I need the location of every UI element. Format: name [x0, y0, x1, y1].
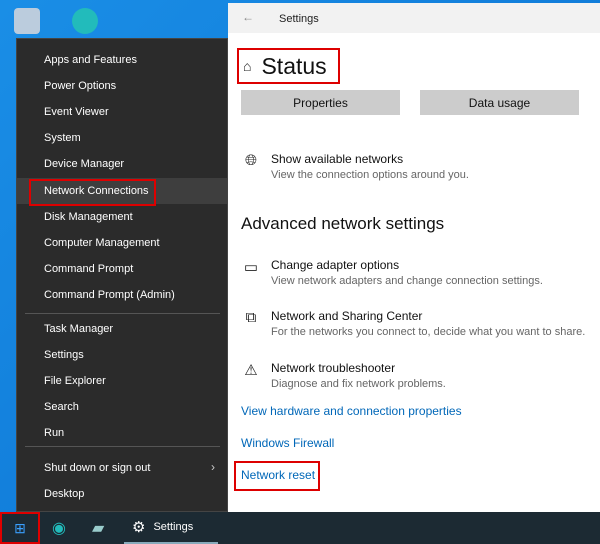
menu-command-prompt[interactable]: Command Prompt: [17, 256, 227, 282]
gear-icon: ⚙: [132, 519, 146, 536]
item-desc: View network adapters and change connect…: [271, 275, 543, 287]
sharing-icon: ⧉: [245, 309, 257, 326]
menu-divider: [25, 313, 220, 314]
data-usage-button[interactable]: Data usage: [420, 90, 579, 115]
item-desc: For the networks you connect to, decide …: [271, 326, 586, 338]
item-title: Network and Sharing Center: [271, 309, 423, 323]
menu-event-viewer[interactable]: Event Viewer: [17, 99, 227, 125]
properties-button[interactable]: Properties: [241, 90, 400, 115]
windows-firewall-link[interactable]: Windows Firewall: [241, 436, 334, 450]
change-adapter-item[interactable]: ▭ Change adapter options View network ad…: [241, 258, 543, 287]
menu-power-options[interactable]: Power Options: [17, 73, 227, 99]
item-title: Show available networks: [271, 152, 404, 166]
adapter-icon: ▭: [243, 259, 259, 276]
winx-menu: Apps and Features Power Options Event Vi…: [16, 38, 228, 512]
settings-window: ← Settings ⌂ Status Properties Data usag…: [228, 3, 600, 512]
taskbar-settings[interactable]: ⚙ Settings: [124, 512, 218, 544]
edge-icon[interactable]: ◉: [52, 518, 66, 538]
taskbar: ⊞ ◉ ▰ ⚙ Settings: [0, 512, 600, 544]
globe-icon: 🌐︎: [244, 152, 257, 169]
menu-file-explorer[interactable]: File Explorer: [17, 368, 227, 394]
start-button[interactable]: ⊞: [0, 512, 40, 544]
troubleshooter-item[interactable]: ⚠︎ Network troubleshooter Diagnose and f…: [241, 361, 446, 390]
advanced-heading: Advanced network settings: [241, 214, 445, 233]
window-title: Settings: [279, 13, 319, 25]
menu-apps-features[interactable]: Apps and Features: [17, 47, 227, 73]
menu-computer-management[interactable]: Computer Management: [17, 230, 227, 256]
edge-desktop-icon[interactable]: [72, 8, 98, 34]
menu-command-prompt-admin[interactable]: Command Prompt (Admin): [17, 282, 227, 308]
menu-settings[interactable]: Settings: [17, 342, 227, 368]
chevron-right-icon: ›: [211, 460, 215, 474]
menu-disk-management[interactable]: Disk Management: [17, 204, 227, 230]
menu-search[interactable]: Search: [17, 394, 227, 420]
this-pc-icon[interactable]: [14, 8, 40, 34]
back-arrow-icon[interactable]: ←: [242, 10, 254, 24]
title-bar: ← Settings: [228, 3, 600, 33]
menu-device-manager[interactable]: Device Manager: [17, 151, 227, 177]
page-title: Status: [261, 52, 327, 79]
menu-task-manager[interactable]: Task Manager: [17, 316, 227, 342]
show-networks-item[interactable]: 🌐︎ Show available networks View the conn…: [241, 152, 469, 181]
menu-desktop[interactable]: Desktop: [17, 481, 227, 507]
app-icon[interactable]: ▰: [92, 518, 104, 538]
menu-system[interactable]: System: [17, 125, 227, 151]
windows-logo-icon: ⊞: [14, 519, 26, 536]
warning-icon: ⚠︎: [244, 362, 258, 379]
item-desc: Diagnose and fix network problems.: [271, 378, 446, 390]
page-title-box: ⌂ Status: [237, 48, 340, 84]
menu-run[interactable]: Run: [17, 420, 227, 446]
network-connections-highlight: [29, 179, 156, 206]
item-desc: View the connection options around you.: [271, 169, 469, 181]
sharing-center-item[interactable]: ⧉ Network and Sharing Center For the net…: [241, 309, 586, 338]
menu-divider: [25, 446, 220, 447]
taskbar-settings-label: Settings: [153, 521, 194, 533]
item-title: Change adapter options: [271, 258, 400, 272]
home-icon[interactable]: ⌂: [243, 58, 251, 74]
network-reset-link[interactable]: Network reset: [241, 468, 315, 482]
menu-shutdown[interactable]: Shut down or sign out: [17, 455, 227, 481]
hardware-properties-link[interactable]: View hardware and connection properties: [241, 404, 462, 418]
item-title: Network troubleshooter: [271, 361, 396, 375]
